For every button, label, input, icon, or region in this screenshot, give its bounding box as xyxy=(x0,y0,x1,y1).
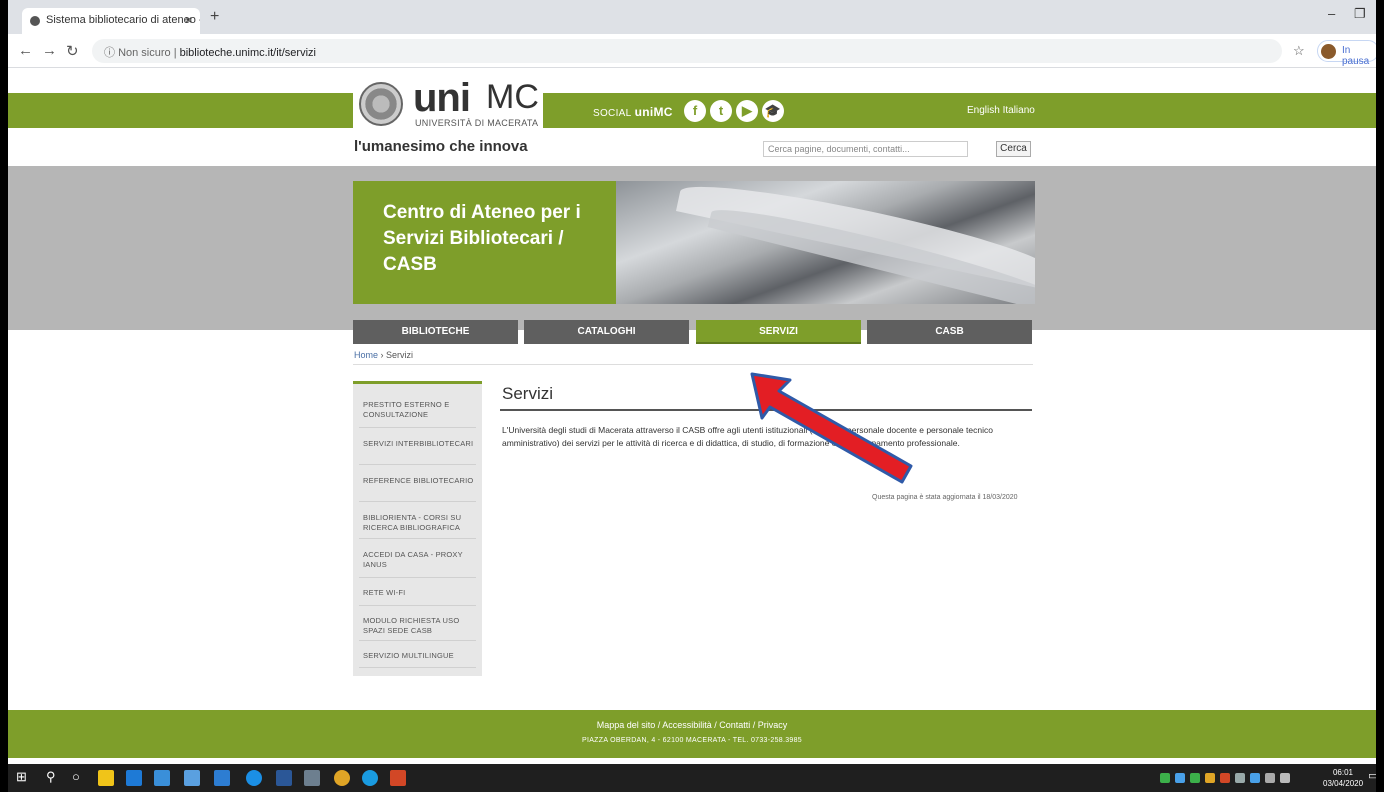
language-links[interactable]: English Italiano xyxy=(967,105,1035,116)
info-icon: ⓘ xyxy=(104,47,119,59)
youtube-icon[interactable]: ▶ xyxy=(736,100,758,122)
bookmark-star-icon[interactable]: ☆ xyxy=(1293,43,1305,59)
profile-button[interactable]: In pausa xyxy=(1317,40,1379,67)
graduation-cap-icon[interactable]: 🎓 xyxy=(762,100,784,122)
twitter-icon[interactable]: t xyxy=(710,100,732,122)
logo-mc: MC xyxy=(486,78,539,116)
nav-casb[interactable]: CASB xyxy=(867,320,1032,344)
new-tab-button[interactable]: + xyxy=(210,8,219,26)
sidebar-menu: PRESTITO ESTERNO E CONSULTAZIONE SERVIZI… xyxy=(353,381,482,676)
title-underline xyxy=(500,409,1032,411)
browser-tab[interactable]: Sistema bibliotecario di ateneo - ... × xyxy=(22,8,200,34)
avatar xyxy=(1321,44,1336,59)
profile-label: In pausa xyxy=(1342,45,1370,67)
tray-app-icon[interactable] xyxy=(1205,773,1215,783)
footer: Mappa del sito / Accessibilità / Contatt… xyxy=(8,710,1376,758)
skype-icon[interactable] xyxy=(362,770,378,786)
cortana-icon[interactable]: ○ xyxy=(72,769,80,784)
photos-icon[interactable] xyxy=(184,770,200,786)
nav-cataloghi[interactable]: CATALOGHI xyxy=(524,320,689,344)
tray-network2-icon[interactable] xyxy=(1265,773,1275,783)
reload-icon[interactable]: ↻ xyxy=(66,42,79,60)
volume-icon[interactable] xyxy=(1280,773,1290,783)
unimc-logo[interactable]: uni MC UNIVERSITÀ DI MACERATA xyxy=(353,76,543,136)
url-text: biblioteche.unimc.it/it/servizi xyxy=(179,47,316,59)
breadcrumb: Home › Servizi xyxy=(354,350,414,360)
notifications-icon[interactable]: ▭ xyxy=(1368,769,1378,782)
tray-network-icon[interactable] xyxy=(1190,773,1200,783)
tray-office-icon[interactable] xyxy=(1220,773,1230,783)
sidebar-item-prestito[interactable]: PRESTITO ESTERNO E CONSULTAZIONE xyxy=(363,400,475,420)
banner-title: Centro di Ateneo per i Servizi Bibliotec… xyxy=(383,202,581,275)
university-seal-icon xyxy=(359,82,403,126)
mail-icon[interactable] xyxy=(154,770,170,786)
banner-book-image xyxy=(616,181,1035,304)
tagline: l'umanesimo che innova xyxy=(354,138,528,155)
restore-icon[interactable]: ❐ xyxy=(1354,6,1366,22)
file-explorer-icon[interactable] xyxy=(98,770,114,786)
social-label: SOCIAL uniMC xyxy=(593,105,673,119)
back-icon[interactable]: ← xyxy=(18,42,33,59)
logo-subtitle: UNIVERSITÀ DI MACERATA xyxy=(415,118,539,128)
content-paragraph: L'Università degli studi di Macerata att… xyxy=(502,425,993,448)
system-clock[interactable]: 06:01 03/04/2020 xyxy=(1323,767,1363,789)
app-icon-2[interactable] xyxy=(304,770,320,786)
sidebar-item-proxy[interactable]: ACCEDI DA CASA - PROXY IANUS xyxy=(363,550,475,570)
breadcrumb-current: Servizi xyxy=(386,350,414,360)
divider xyxy=(353,364,1033,365)
windows-start-icon[interactable]: ⊞ xyxy=(16,769,27,785)
powerpoint-icon[interactable] xyxy=(390,770,406,786)
tab-title: Sistema bibliotecario di ateneo - ... xyxy=(46,14,200,26)
outlook-icon[interactable] xyxy=(126,770,142,786)
search-button[interactable]: Cerca xyxy=(996,141,1031,157)
tray-cloud-icon[interactable] xyxy=(1175,773,1185,783)
sidebar-item-bibliorienta[interactable]: BIBLIORIENTA - CORSI SU RICERCA BIBLIOGR… xyxy=(363,513,475,533)
address-bar[interactable]: ⓘ Non sicuro | biblioteche.unimc.it/it/s… xyxy=(92,39,1282,63)
nav-servizi[interactable]: SERVIZI xyxy=(696,320,861,344)
tray-display-icon[interactable] xyxy=(1250,773,1260,783)
nav-biblioteche[interactable]: BIBLIOTECHE xyxy=(353,320,518,344)
sidebar-item-modulo[interactable]: MODULO RICHIESTA USO SPAZI SEDE CASB xyxy=(363,616,475,636)
security-label: Non sicuro xyxy=(118,47,171,59)
app-icon[interactable] xyxy=(214,770,230,786)
sidebar-item-interbibliotecari[interactable]: SERVIZI INTERBIBLIOTECARI xyxy=(363,439,475,449)
footer-address: PIAZZA OBERDAN, 4 - 62100 MACERATA - TEL… xyxy=(582,737,802,744)
breadcrumb-home[interactable]: Home xyxy=(354,350,378,360)
chrome-icon[interactable] xyxy=(334,770,350,786)
footer-links[interactable]: Mappa del sito / Accessibilità / Contatt… xyxy=(8,720,1376,730)
last-updated: Questa pagina è stata aggiornata il 18/0… xyxy=(872,494,1018,501)
browser-toolbar: ← → ↻ ⓘ Non sicuro | biblioteche.unimc.i… xyxy=(8,34,1379,68)
sidebar-item-reference[interactable]: REFERENCE BIBLIOTECARIO xyxy=(363,476,475,486)
edge-icon[interactable] xyxy=(246,770,262,786)
minimize-icon[interactable]: – xyxy=(1328,6,1335,21)
page-title: Servizi xyxy=(502,384,554,403)
globe-icon xyxy=(30,16,40,26)
browser-tabstrip: Sistema bibliotecario di ateneo - ... × … xyxy=(8,0,1376,34)
close-icon[interactable]: × xyxy=(185,13,192,27)
windows-taskbar: ⊞ ⚲ ○ 06:01 03/04/2020 ▭ xyxy=(0,764,1384,792)
word-icon[interactable] xyxy=(276,770,292,786)
sidebar-item-wifi[interactable]: RETE WI-FI xyxy=(363,588,475,598)
search-input[interactable]: Cerca pagine, documenti, contatti... xyxy=(763,141,968,157)
logo-uni: uni xyxy=(413,76,471,120)
tray-shield-icon[interactable] xyxy=(1160,773,1170,783)
tray-chevron-icon[interactable] xyxy=(1235,773,1245,783)
sidebar-item-multilingue[interactable]: SERVIZIO MULTILINGUE xyxy=(363,651,475,661)
forward-icon[interactable]: → xyxy=(42,42,57,59)
search-icon[interactable]: ⚲ xyxy=(46,769,56,785)
facebook-icon[interactable]: f xyxy=(684,100,706,122)
